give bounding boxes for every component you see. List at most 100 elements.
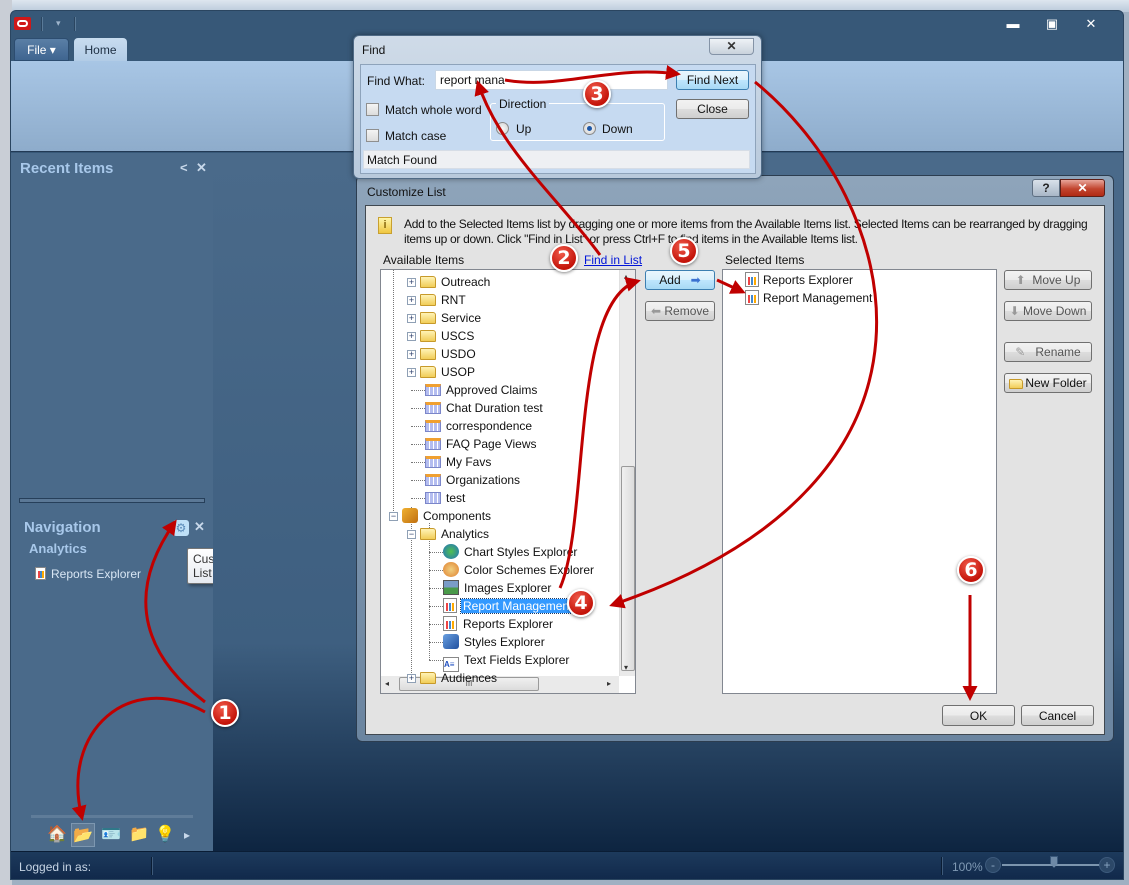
collapse-icon[interactable]: − [389,512,398,521]
oracle-logo-icon[interactable] [14,17,31,30]
move-down-button[interactable]: ⬇ Move Down [1004,301,1092,321]
tree-item-label: USOP [441,365,476,379]
tree-item[interactable]: + RNT [407,291,468,309]
title-bar: ▾ ▬ ▣ ✕ [11,11,1123,37]
add-button[interactable]: Add ➡ [645,270,715,290]
expand-icon[interactable]: + [407,278,416,287]
tree-item[interactable]: A≡ Text Fields Explorer [443,651,571,672]
tree-item[interactable]: + Service [407,309,483,327]
zoom-slider-thumb[interactable] [1050,856,1058,868]
find-next-button[interactable]: Find Next [676,70,749,90]
tree-item[interactable]: My Favs [425,453,493,471]
tree-item[interactable]: Approved Claims [425,381,539,399]
expand-icon[interactable]: + [407,296,416,305]
tree-item[interactable]: Color Schemes Explorer [443,561,596,579]
tree-item[interactable]: Organizations [425,471,522,489]
close-button[interactable]: ✕ [1081,17,1101,31]
tree-item[interactable]: Images Explorer [443,579,553,597]
selected-item-label: Report Management [763,291,873,305]
customize-list-gear-icon[interactable]: ⚙ [173,520,189,536]
logged-in-label: Logged in as: [19,860,92,874]
tree-item-label: Chart Styles Explorer [464,545,578,559]
answers-nav-icon[interactable]: 💡 [153,823,177,847]
collapse-icon[interactable]: < [180,160,188,175]
tree-item[interactable]: + USOP [407,363,477,381]
move-up-button[interactable]: ⬆ Move Up [1004,270,1092,290]
tab-file[interactable]: File ▾ [14,38,69,61]
scroll-up-icon[interactable]: ▴ [624,272,628,281]
report-icon [745,290,759,305]
scrollbar-thumb[interactable] [621,466,635,671]
find-dialog-close-icon[interactable]: ✕ [709,38,754,55]
selected-items-list[interactable]: Reports Explorer Report Management [722,269,997,694]
find-in-list-link[interactable]: Find in List [584,253,642,267]
arrow-down-icon: ⬇ [1009,304,1020,318]
recent-items-close-icon[interactable]: ✕ [196,160,207,176]
navigation-close-icon[interactable]: ✕ [194,519,205,535]
new-folder-button[interactable]: New Folder [1004,373,1092,393]
contacts-nav-icon[interactable]: 🪪 [99,823,123,847]
quick-access-menu-icon[interactable]: ▾ [56,18,61,29]
tree-item[interactable]: correspondence [425,417,534,435]
tree-item[interactable]: − Analytics [407,525,491,543]
tree-item[interactable]: − Components [389,507,493,525]
selected-item[interactable]: Reports Explorer [745,271,853,289]
match-whole-word-checkbox[interactable] [366,103,379,116]
navigation-section-analytics[interactable]: Analytics [29,541,87,556]
analytics-nav-icon[interactable]: 📂 [71,823,95,847]
available-items-tree[interactable]: ▴ ▾ ◂ III ▸ + Outreach + RNT + Service + USCS + U… [380,269,636,694]
help-button[interactable]: ? [1032,179,1060,197]
customize-list-dialog: Customize List ? ✕ i Add to the Selected… [356,175,1114,742]
expand-icon[interactable]: + [407,314,416,323]
tree-item[interactable]: + USDO [407,345,478,363]
folder-icon [420,276,436,288]
tree-item[interactable]: + USCS [407,327,476,345]
direction-up-radio[interactable] [496,122,509,135]
tree-item[interactable]: Chart Styles Explorer [443,543,579,561]
tree-vertical-scrollbar[interactable]: ▴ ▾ [619,270,635,676]
ok-button[interactable]: OK [942,705,1015,726]
find-what-input[interactable] [435,70,668,90]
home-nav-icon[interactable]: 🏠 [45,823,69,847]
find-dialog: Find ✕ Find What: Match whole word Match… [353,35,762,179]
expand-icon[interactable]: + [407,368,416,377]
step-6-badge: 6 [957,556,985,584]
report-icon [745,272,759,287]
selected-item[interactable]: Report Management [745,289,872,307]
tree-item[interactable]: Styles Explorer [443,633,547,651]
tree-item[interactable]: test [425,489,467,507]
tree-item[interactable]: + Audiences [407,669,499,687]
arrow-left-icon: ⬅ [650,304,662,318]
scroll-right-icon[interactable]: ▸ [607,679,611,688]
nav-item-reports-explorer[interactable]: Reports Explorer [35,567,141,581]
rename-button[interactable]: ✎ Rename [1004,342,1092,362]
collapse-icon[interactable]: − [407,530,416,539]
zoom-out-button[interactable]: - [985,857,1001,873]
cancel-button[interactable]: Cancel [1021,705,1094,726]
direction-down-radio[interactable] [583,122,596,135]
more-nav-icon[interactable]: ▸ [175,823,199,847]
remove-button[interactable]: ⬅ Remove [645,301,715,321]
expand-icon[interactable]: + [407,332,416,341]
tree-item[interactable]: + Outreach [407,273,492,291]
tree-item[interactable]: Reports Explorer [443,615,555,633]
zoom-in-button[interactable]: + [1099,857,1115,873]
expand-icon[interactable]: + [407,350,416,359]
scroll-left-icon[interactable]: ◂ [385,679,389,688]
scroll-down-icon[interactable]: ▾ [624,663,628,672]
incidents-nav-icon[interactable]: 📁 [127,823,151,847]
tree-connector [429,588,443,589]
panel-splitter[interactable] [19,498,205,503]
folder-icon [420,330,436,342]
expand-icon[interactable]: + [407,674,416,683]
tree-item[interactable]: FAQ Page Views [425,435,539,453]
dialog-close-button[interactable]: ✕ [1060,179,1105,197]
tree-item[interactable]: Report Management [443,597,576,615]
minimize-button[interactable]: ▬ [1003,17,1023,31]
maximize-button[interactable]: ▣ [1042,17,1062,31]
tab-home[interactable]: Home [74,38,127,62]
tree-item[interactable]: Chat Duration test [425,399,545,417]
find-close-button[interactable]: Close [676,99,749,119]
find-dialog-title: Find [362,43,386,57]
match-case-checkbox[interactable] [366,129,379,142]
